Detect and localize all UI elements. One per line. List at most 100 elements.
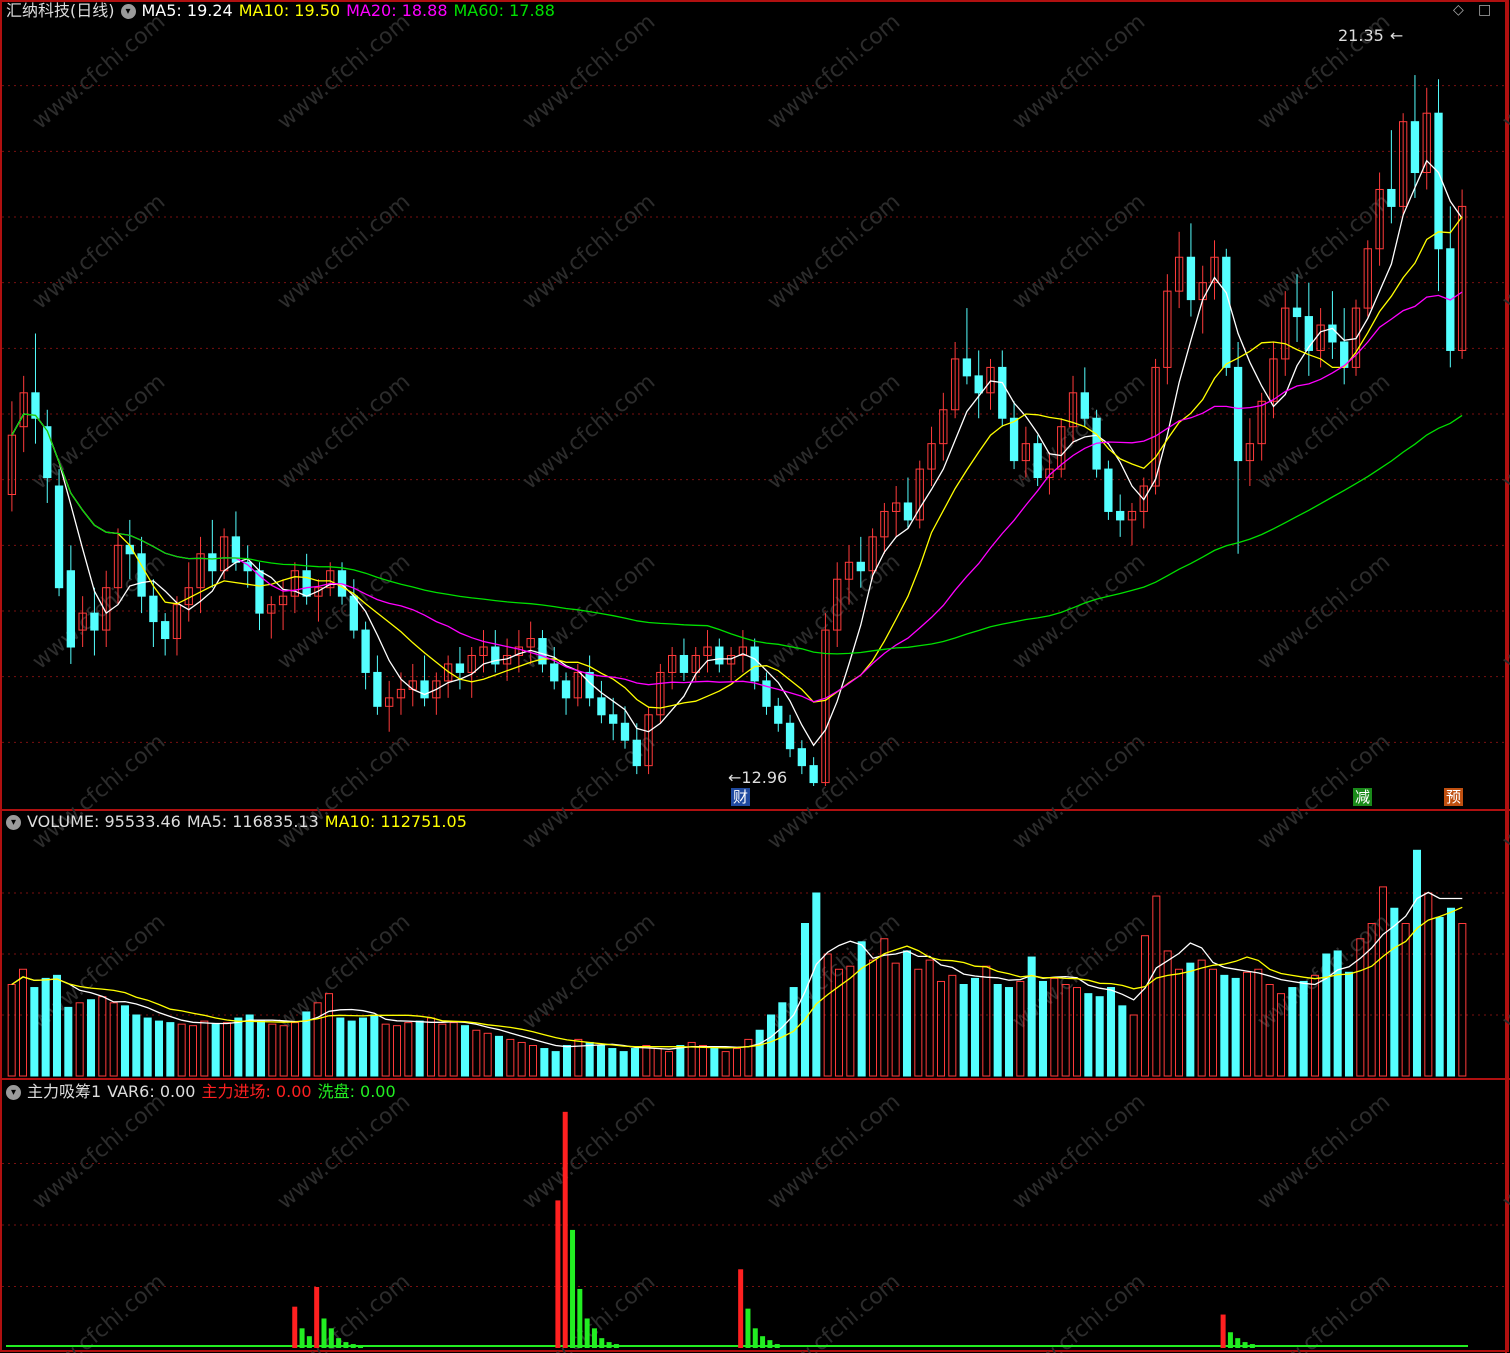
volume-ma5-label: MA5: 116835.13	[186, 812, 319, 831]
watermark-text: www.cfchi.com	[1008, 549, 1150, 674]
financial-report-tag[interactable]: 财	[731, 788, 751, 806]
washout-bar	[570, 1229, 576, 1348]
low-price-label: ←12.96	[728, 768, 788, 787]
volume-bar	[1288, 987, 1297, 1077]
window-icon[interactable]: □	[1478, 2, 1491, 18]
chart-stage: www.cfchi.com www.cfchi.com www.cfchi.com w…	[0, 0, 1510, 1353]
volume-bar	[766, 1014, 776, 1077]
washout-bar	[613, 1344, 619, 1348]
candle-body	[856, 561, 865, 572]
volume-bar	[211, 1023, 220, 1077]
candle-body	[620, 722, 630, 741]
volume-ma5-line	[11, 891, 1463, 1050]
candle-body	[90, 612, 99, 631]
candle-body	[1434, 112, 1443, 250]
volume-bar	[721, 1051, 730, 1077]
diamond-icon[interactable]: ◇	[1453, 2, 1464, 18]
washout-bar	[591, 1328, 597, 1348]
candle-body	[161, 621, 170, 640]
candle-body	[962, 358, 972, 377]
dropdown-icon[interactable]: ▾	[6, 1085, 21, 1100]
volume-bar	[778, 1002, 787, 1077]
washout-bar	[606, 1342, 612, 1348]
volume-bar	[812, 892, 821, 1077]
watermark-text: www.cfchi.com	[1008, 9, 1150, 134]
watermark-text: www.cfchi.com	[273, 729, 415, 854]
volume-bar	[1231, 977, 1240, 1077]
volume-bar	[358, 1017, 368, 1077]
watermark-text: www.cfchi.com	[1008, 1269, 1150, 1353]
watermark-text: www.cfchi.com	[28, 189, 170, 314]
dropdown-icon[interactable]: ▾	[6, 815, 21, 830]
volume-bar	[914, 968, 923, 1077]
volume-bar	[1186, 962, 1195, 1077]
candle-body	[361, 629, 370, 673]
volume-bar	[52, 974, 62, 1077]
kline-chart-svg[interactable]: www.cfchi.com www.cfchi.com www.cfchi.com w…	[0, 0, 1510, 1353]
main-inflow-bar	[555, 1200, 561, 1348]
candle-body	[1009, 417, 1019, 462]
watermark-text: www.cfchi.com	[273, 189, 415, 314]
volume-bar	[188, 1025, 198, 1077]
watermark-text: www.cfchi.com	[28, 9, 170, 134]
volume-bar	[630, 1048, 640, 1077]
volume-bar	[1038, 980, 1048, 1077]
main-panel-header: 汇纳科技(日线) ▾ MA5: 19.24 MA10: 19.50 MA20: 18.8…	[6, 1, 561, 21]
candle-body	[561, 680, 571, 699]
volume-bar	[154, 1020, 164, 1077]
candle-body	[1033, 443, 1042, 479]
volume-bar	[18, 968, 28, 1077]
dropdown-icon[interactable]: ▾	[120, 4, 136, 19]
volume-bar	[415, 1020, 424, 1077]
indicator-name: 主力吸筹1	[27, 1082, 102, 1101]
washout-bar	[584, 1318, 590, 1348]
volume-bar	[596, 1045, 606, 1077]
volume-bar	[880, 938, 889, 1077]
volume-bar	[619, 1051, 628, 1077]
volume-bar	[336, 1017, 345, 1077]
volume-bar	[438, 1023, 447, 1077]
candle-body	[903, 502, 913, 521]
volume-bar	[902, 950, 912, 1077]
volume-bar	[948, 974, 957, 1077]
volume-bar	[166, 1022, 175, 1077]
volume-ma10-line	[11, 906, 1463, 1049]
forecast-tag[interactable]: 预	[1444, 788, 1464, 806]
volume-bar	[98, 996, 107, 1077]
main-inflow-bar	[1220, 1314, 1226, 1348]
main-inflow-bar	[562, 1111, 568, 1348]
watermark-text: www.cfchi.com	[1008, 369, 1150, 494]
ma5-line	[11, 159, 1463, 747]
volume-bar	[551, 1051, 560, 1077]
volume-bar	[472, 1029, 481, 1077]
reduce-holding-tag[interactable]: 减	[1353, 788, 1373, 806]
volume-bar	[506, 1038, 515, 1077]
candle-body	[1186, 256, 1196, 301]
ma60-label: MA60: 17.88	[453, 1, 555, 20]
watermark-text: www.cfchi.com	[1008, 729, 1150, 854]
volume-bar	[1140, 935, 1150, 1077]
volume-bar	[222, 1022, 232, 1077]
volume-bar	[200, 1020, 209, 1077]
volume-bar	[1106, 987, 1116, 1077]
candle-body	[609, 714, 618, 724]
volume-bar	[1458, 923, 1467, 1077]
washout-bar	[1227, 1332, 1233, 1348]
ma10-label: MA10: 19.50	[238, 1, 341, 20]
candle-body	[809, 765, 818, 784]
candle-body	[1080, 392, 1089, 419]
ma20-line	[11, 291, 1463, 703]
ma20-label: MA20: 18.88	[346, 1, 448, 20]
volume-bar	[653, 1048, 662, 1077]
stock-title[interactable]: 汇纳科技(日线)	[6, 1, 115, 20]
volume-bar	[460, 1025, 470, 1077]
volume-bar	[698, 1045, 708, 1077]
candle-body	[774, 705, 783, 724]
candle-body	[208, 553, 217, 572]
washout-bar	[358, 1345, 364, 1348]
volume-bar	[744, 1038, 753, 1077]
watermark-text: www.cfchi.com	[1008, 189, 1150, 314]
watermark-text: www.cfchi.com	[763, 729, 905, 854]
candle-body	[1387, 188, 1396, 207]
volume-bar	[268, 1023, 277, 1077]
